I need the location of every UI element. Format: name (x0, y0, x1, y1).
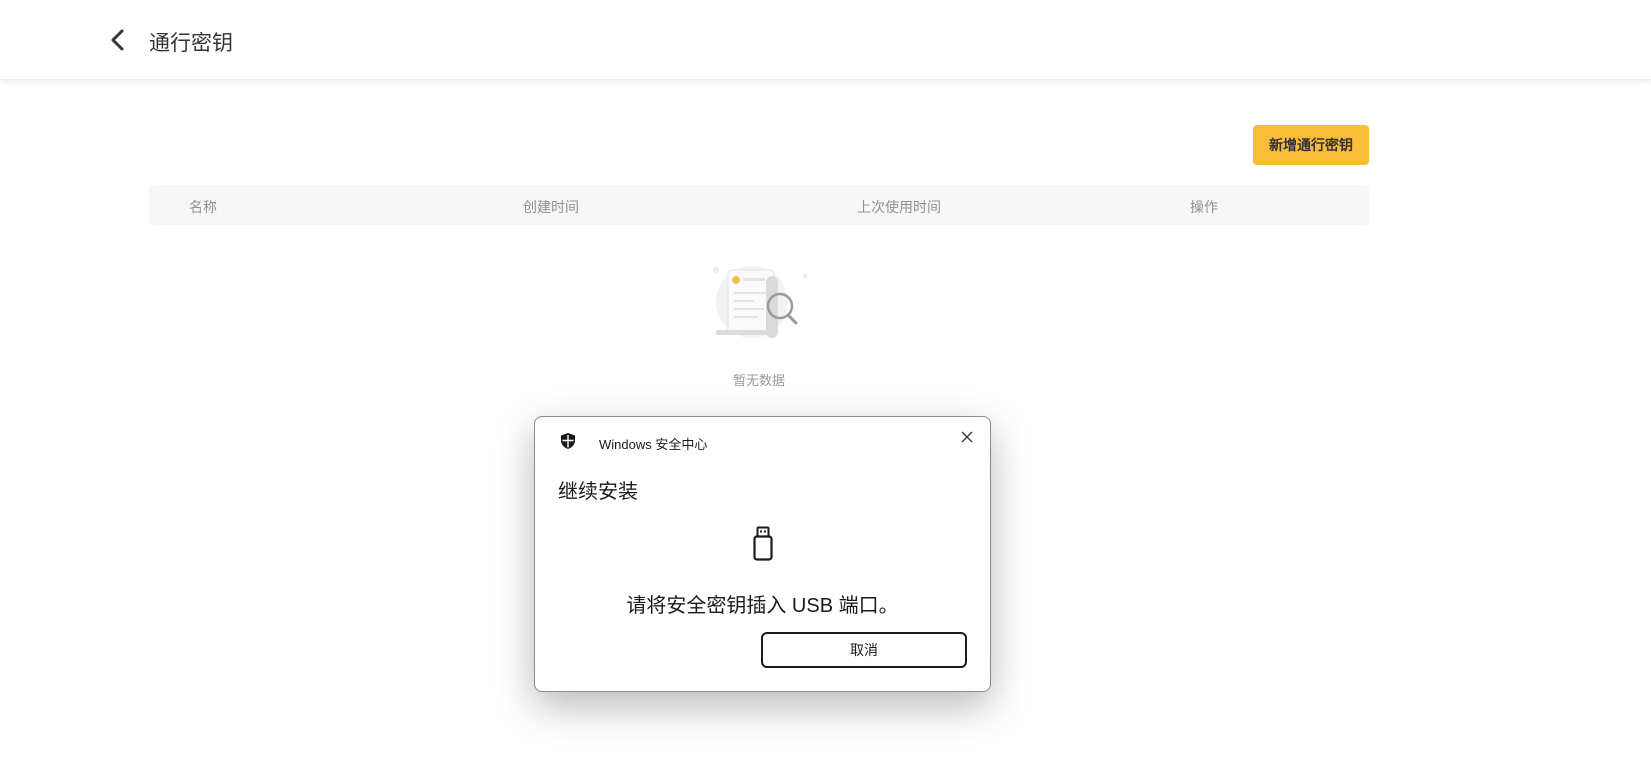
shield-icon (561, 433, 575, 449)
column-created-time: 创建时间 (523, 199, 579, 215)
add-passkey-button[interactable]: 新增通行密钥 (1253, 125, 1369, 165)
page-title: 通行密钥 (149, 32, 233, 55)
usb-key-icon (753, 526, 773, 561)
back-button[interactable] (106, 27, 130, 53)
column-last-used-time: 上次使用时间 (857, 199, 941, 215)
top-bar: 通行密钥 (0, 0, 1651, 80)
chevron-left-icon (111, 29, 124, 51)
dialog-close-button[interactable] (955, 425, 979, 449)
cancel-button[interactable]: 取消 (761, 632, 967, 668)
close-icon (961, 431, 973, 443)
dialog-app-name: Windows 安全中心 (599, 437, 708, 452)
dialog-message: 请将安全密钥插入 USB 端口。 (626, 595, 899, 617)
windows-security-dialog: Windows 安全中心 继续安装 请将安全密钥插入 USB 端口。 取消 (534, 416, 991, 692)
empty-document-search-icon (710, 262, 810, 348)
column-actions: 操作 (1190, 199, 1218, 215)
table-header: 名称 创建时间 上次使用时间 操作 (149, 185, 1369, 225)
empty-state-text: 暂无数据 (732, 373, 785, 388)
dialog-title: 继续安装 (558, 481, 638, 503)
column-name: 名称 (189, 199, 217, 215)
